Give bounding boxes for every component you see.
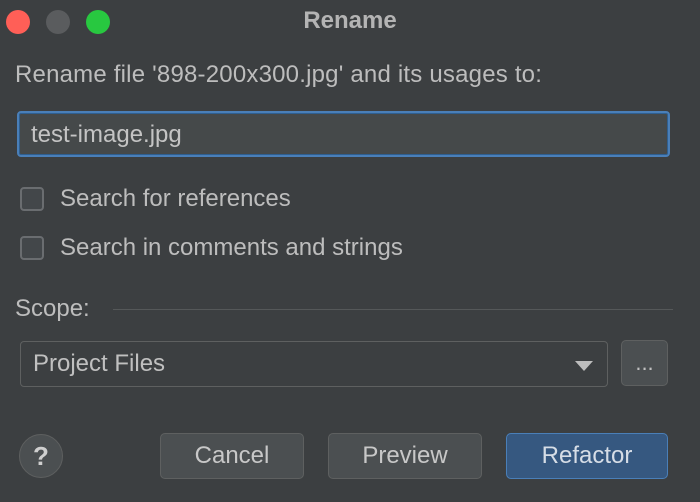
rename-dialog: Rename Rename file '898-200x300.jpg' and… bbox=[0, 0, 700, 502]
chevron-down-icon bbox=[575, 361, 593, 371]
scope-label: Scope: bbox=[15, 295, 90, 322]
search-references-label: Search for references bbox=[60, 185, 291, 212]
search-comments-label: Search in comments and strings bbox=[60, 234, 403, 261]
window-title: Rename bbox=[303, 7, 397, 34]
new-name-input[interactable]: test-image.jpg bbox=[17, 111, 670, 157]
scope-value: Project Files bbox=[33, 350, 166, 377]
title-bar: Rename bbox=[0, 0, 700, 44]
preview-button[interactable]: Preview bbox=[328, 433, 482, 479]
search-comments-checkbox[interactable] bbox=[20, 236, 44, 260]
scope-more-button[interactable]: ... bbox=[621, 340, 668, 386]
search-references-option[interactable]: Search for references bbox=[20, 184, 291, 214]
new-name-value: test-image.jpg bbox=[31, 121, 182, 148]
cancel-button[interactable]: Cancel bbox=[160, 433, 304, 479]
refactor-button[interactable]: Refactor bbox=[506, 433, 668, 479]
rename-prompt: Rename file '898-200x300.jpg' and its us… bbox=[15, 61, 543, 88]
scope-dropdown[interactable]: Project Files bbox=[20, 341, 608, 387]
search-comments-option[interactable]: Search in comments and strings bbox=[20, 233, 403, 263]
question-mark-icon: ? bbox=[33, 441, 49, 471]
search-references-checkbox[interactable] bbox=[20, 187, 44, 211]
help-button[interactable]: ? bbox=[19, 434, 63, 478]
scope-divider bbox=[113, 309, 673, 310]
